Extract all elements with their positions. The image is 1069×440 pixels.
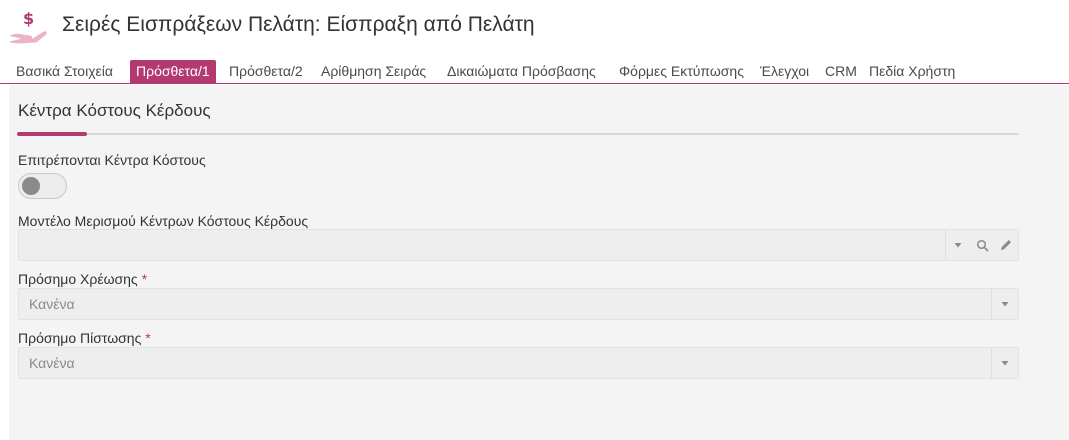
credit-sign-value: Κανένα (29, 355, 75, 371)
field-actions (991, 289, 1018, 319)
tab-crm[interactable]: CRM (825, 60, 857, 84)
tab-additional-2[interactable]: Πρόσθετα/2 (229, 60, 303, 84)
credit-sign-label-text: Πρόσημο Πίστωσης (18, 330, 142, 346)
distribution-model-label: Μοντέλο Μερισμού Κέντρων Κόστους Κέρδους (18, 213, 309, 229)
section-divider (17, 133, 1019, 135)
chevron-down-icon[interactable] (946, 230, 970, 260)
chevron-down-icon[interactable] (992, 348, 1018, 378)
toggle-knob (22, 177, 40, 195)
credit-sign-select[interactable]: Κανένα (18, 347, 1019, 379)
debit-sign-label-text: Πρόσημο Χρέωσης (18, 271, 138, 287)
tab-additional-1[interactable]: Πρόσθετα/1 (130, 60, 216, 84)
required-mark: * (141, 271, 148, 287)
form-panel: Κέντρα Κόστους Κέρδους Επιτρέπονται Κέντ… (9, 85, 1069, 440)
page-header: $ Σειρές Εισπράξεων Πελάτη: Είσπραξη από… (0, 0, 1069, 56)
tab-access-rights[interactable]: Δικαιώματα Πρόσβασης (447, 60, 596, 84)
debit-sign-select[interactable]: Κανένα (18, 288, 1019, 320)
distribution-model-field[interactable] (18, 229, 1019, 261)
required-mark: * (145, 330, 151, 346)
svg-text:$: $ (23, 9, 34, 28)
chevron-down-icon[interactable] (992, 289, 1018, 319)
tab-basic-info[interactable]: Βασικά Στοιχεία (16, 60, 113, 84)
tab-bar: Βασικά Στοιχεία Πρόσθετα/1 Πρόσθετα/2 Αρ… (0, 58, 1069, 84)
tab-checks[interactable]: Έλεγχοι (760, 60, 809, 84)
credit-sign-label: Πρόσημο Πίστωσης * (18, 330, 151, 346)
search-icon[interactable] (970, 230, 994, 260)
section-title: Κέντρα Κόστους Κέρδους (18, 101, 211, 120)
debit-sign-label: Πρόσημο Χρέωσης * (18, 271, 147, 287)
field-actions (945, 230, 1018, 260)
tab-user-fields[interactable]: Πεδία Χρήστη (869, 60, 955, 84)
debit-sign-value: Κανένα (29, 296, 75, 312)
section-divider-accent (17, 132, 87, 136)
tab-series-numbering[interactable]: Αρίθμηση Σειράς (321, 60, 426, 84)
allow-cost-centers-label: Επιτρέπονται Κέντρα Κόστους (18, 152, 206, 168)
pencil-icon[interactable] (994, 230, 1018, 260)
allow-cost-centers-toggle[interactable] (18, 173, 67, 199)
hand-dollar-icon: $ (9, 9, 47, 44)
field-actions (991, 348, 1018, 378)
page-title: Σειρές Εισπράξεων Πελάτη: Είσπραξη από Π… (62, 13, 535, 36)
tab-print-forms[interactable]: Φόρμες Εκτύπωσης (619, 60, 744, 84)
